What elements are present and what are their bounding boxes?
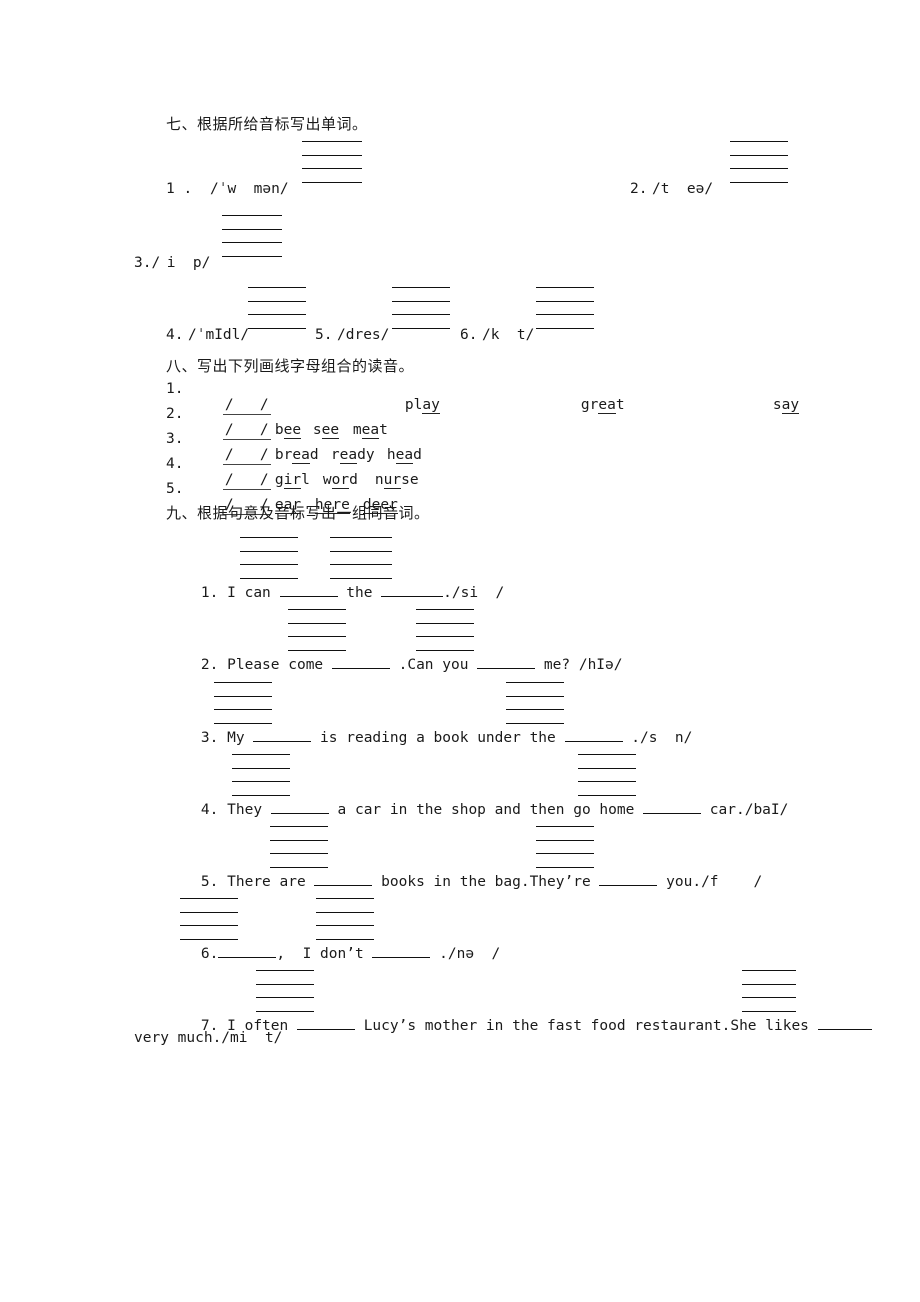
question-9-5-number: 5. — [200, 874, 219, 890]
question-9-2-number: 2. — [200, 657, 219, 673]
row-8-5-number: 5. — [166, 481, 184, 497]
row-8-1-number: 1. — [166, 381, 184, 397]
question-9-1-part1: I can — [227, 585, 280, 601]
item-7-6-number: 6. — [460, 327, 478, 343]
answer-blank-7-4[interactable] — [248, 283, 306, 329]
question-9-4-part1: They — [227, 802, 271, 818]
word-post: se — [401, 472, 419, 488]
question-9-6: 6. , I don’t ./nə / — [166, 930, 500, 978]
question-9-3-part3: ./s n/ — [622, 730, 693, 746]
question-9-3-part2: is reading a book under the — [311, 730, 565, 746]
question-9-7-part2: Lucy’s mother in the fast food restauran… — [354, 1018, 818, 1034]
question-9-7-blank-1[interactable] — [296, 1029, 355, 1030]
item-7-5-number: 5. — [315, 327, 333, 343]
question-9-2-blank-2[interactable] — [477, 668, 536, 669]
question-9-2-part2: .Can you — [389, 657, 478, 673]
question-9-6-blank-2[interactable] — [372, 957, 431, 958]
question-9-1-part2: the — [337, 585, 382, 601]
question-9-4-part3: car./baI/ — [701, 802, 789, 818]
question-9-3-blank-1[interactable] — [253, 741, 312, 742]
question-9-2-part1: Please come — [227, 657, 332, 673]
answer-blank-7-3[interactable] — [222, 211, 282, 257]
question-9-5-blank-1[interactable] — [314, 885, 373, 886]
question-9-7-blank-2[interactable] — [817, 1029, 872, 1030]
question-9-3-blank-2[interactable] — [564, 741, 623, 742]
question-9-6-part2: , I don’t — [276, 946, 373, 962]
item-7-1-phonetic: /ˈw mən/ — [210, 181, 289, 197]
answer-blank-7-5[interactable] — [392, 283, 450, 329]
row-8-1-word-2: great — [546, 381, 625, 429]
section-8-heading: 八、写出下列画线字母组合的读音。 — [166, 357, 415, 375]
answer-blank-7-2[interactable] — [730, 137, 788, 183]
question-9-5-blank-2[interactable] — [599, 885, 658, 886]
item-7-2-phonetic: /t eə/ — [652, 181, 714, 197]
row-8-4-number: 4. — [166, 456, 184, 472]
question-9-5-part1: There are — [227, 874, 315, 890]
word-underlined: ay — [422, 397, 440, 414]
question-9-4-part2: a car in the shop and then go home — [328, 802, 644, 818]
item-7-4-number: 4. — [166, 327, 184, 343]
question-9-6-blank-1[interactable] — [218, 957, 277, 958]
question-9-1-part3: ./si / — [443, 585, 505, 601]
question-9-4-blank-2[interactable] — [643, 813, 702, 814]
item-7-5-phonetic: /dres/ — [337, 327, 390, 343]
word-underlined: ay — [781, 397, 800, 414]
question-9-7-continuation: very much./mi t/ — [134, 1030, 283, 1046]
question-9-6-part3: ./nə / — [430, 946, 501, 962]
answer-blank-7-1[interactable] — [302, 137, 362, 183]
question-9-3-number: 3. — [200, 730, 219, 746]
item-7-6-phonetic: /k t/ — [482, 327, 535, 343]
question-9-5-part2: books in the bag.They’re — [372, 874, 600, 890]
item-7-1-number: 1 . — [166, 181, 193, 197]
word-underlined: ea — [598, 397, 616, 414]
question-9-1-blank-1[interactable] — [279, 596, 338, 597]
question-9-4-number: 4. — [200, 802, 219, 818]
item-7-3-phonetic: i p/ — [158, 255, 211, 271]
question-9-4: 4. They a car in the shop and then go ho… — [166, 786, 788, 834]
question-9-5: 5. There are books in the bag.They’re yo… — [166, 858, 762, 906]
item-7-4-phonetic: /ˈmIdl/ — [188, 327, 250, 343]
row-8-1-word-3: say — [738, 381, 800, 429]
item-7-3-number: 3./ — [134, 255, 161, 271]
item-7-2-number: 2. — [630, 181, 648, 197]
section-9-heading: 九、根据句意及音标写出一组同音词。 — [166, 504, 430, 522]
section-7-heading: 七、根据所给音标写出单词。 — [166, 115, 368, 133]
question-9-4-blank-1[interactable] — [270, 813, 329, 814]
row-8-2-number: 2. — [166, 406, 184, 422]
worksheet-page: 七、根据所给音标写出单词。 1 . /ˈw mən/ 2. /t eə/ 3./… — [0, 0, 920, 1302]
question-9-3-part1: My — [227, 730, 254, 746]
word-pre: pl — [404, 397, 423, 413]
word-pre: gr — [580, 397, 599, 413]
question-9-1-number: 1. — [200, 585, 219, 601]
question-9-2-blank-1[interactable] — [331, 668, 390, 669]
question-9-5-part3: you./f / — [657, 874, 763, 890]
word-pre: s — [772, 397, 782, 413]
question-9-6-number: 6. — [200, 946, 219, 962]
question-9-1-blank-2[interactable] — [381, 596, 444, 597]
row-8-3-number: 3. — [166, 431, 184, 447]
word-post: t — [615, 397, 625, 413]
question-9-2-part3: me? /hIə/ — [535, 657, 623, 673]
answer-blank-7-6[interactable] — [536, 283, 594, 329]
